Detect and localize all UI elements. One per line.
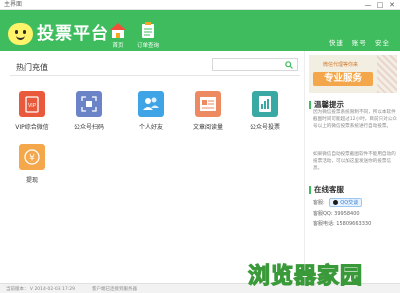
sidebar: 微信代理等你来 专业服务 温馨提示 因为微信投票系统限制不同，所以本软件截图时间… (304, 51, 400, 283)
banner-subtitle: 微信代理等你来 (323, 62, 359, 68)
service-row-chat: 客服: QQ交谈 (313, 198, 363, 207)
service-row-phone: 客服电话: 15809663330 (313, 221, 372, 227)
svg-text:¥: ¥ (29, 154, 35, 164)
search-input[interactable] (212, 58, 298, 71)
tile-label: 个人好友 (138, 124, 163, 131)
qq-penguin-icon (333, 200, 339, 205)
tile-friends[interactable]: 个人好友 (127, 91, 175, 131)
header-links: 快速 账号 安全 (324, 37, 390, 47)
link-quick[interactable]: 快速 (329, 39, 344, 47)
tile-label: 提现 (25, 177, 38, 184)
section-divider (10, 75, 300, 76)
nav-home-label: 首页 (112, 43, 124, 49)
vote-chart-icon (252, 91, 278, 117)
scan-icon (76, 91, 102, 117)
banner-title: 专业服务 (313, 72, 373, 86)
tile-label: 文章阅读量 (192, 124, 223, 131)
yuan-icon: ¥ (19, 144, 45, 170)
watermark-text: 浏览器家园 (247, 263, 364, 289)
svg-text:VIP: VIP (28, 103, 37, 109)
android-logo-icon (8, 23, 33, 45)
promo-banner[interactable]: 微信代理等你来 专业服务 (309, 55, 397, 93)
search-icon[interactable] (285, 61, 293, 69)
status-connection: 客户端已连接到服务器 (92, 287, 137, 292)
service-title: 在线客服 (309, 184, 344, 195)
service-qq-number: 39958400 (334, 211, 360, 217)
tile-article[interactable]: 文章阅读量 (184, 91, 232, 131)
window-titlebar: 主界面 — □ ✕ (0, 0, 400, 10)
minimize-button[interactable]: — (362, 0, 374, 10)
clipboard-icon (142, 22, 154, 38)
service-phone-number: 15809663330 (336, 221, 372, 227)
tile-label: 公众号投票 (249, 124, 280, 131)
window-title: 主界面 (4, 1, 23, 8)
tile-scan[interactable]: 公众号扫码 (65, 91, 113, 131)
maximize-button[interactable]: □ (374, 0, 386, 10)
status-version: 当前版本： V 2014-02-03 17:29 (6, 287, 75, 292)
app-header: 投票平台 首页 订单查询 快速 账号 安全 (0, 10, 400, 51)
nav-orders-label: 订单查询 (136, 43, 159, 49)
people-icon (138, 91, 164, 117)
link-account[interactable]: 账号 (352, 39, 367, 47)
notice-text-2: 如果微信自动投票截图软件不能用自动的投票活动，可以加这里发送你的投票信息。 (313, 152, 396, 171)
qq-chat-button[interactable]: QQ交谈 (329, 198, 363, 207)
service-row-qq: 客服QQ: 39958400 (313, 211, 360, 217)
home-icon (110, 23, 126, 38)
tile-vote[interactable]: 公众号投票 (241, 91, 289, 131)
article-icon (195, 91, 221, 117)
link-security[interactable]: 安全 (375, 39, 390, 47)
banner-decoration (377, 55, 397, 93)
tile-label: VIP综合微信 (15, 124, 49, 131)
tile-label: 公众号扫码 (73, 124, 104, 131)
close-button[interactable]: ✕ (386, 0, 398, 10)
main-panel: 热门充值 VIP VIP综合微信 公众号扫码 个人好友 文章阅读量 公众号投票 … (0, 51, 304, 283)
notice-text-1: 因为微信投票系统限制不同，所以本软件截图时间可能超过12小时，目前只对公众号以上… (313, 110, 397, 129)
tile-withdraw[interactable]: ¥ 提现 (8, 144, 56, 184)
tile-vip[interactable]: VIP VIP综合微信 (8, 91, 56, 131)
section-title: 热门充值 (16, 63, 48, 72)
vip-card-icon: VIP (19, 91, 45, 117)
app-brand: 投票平台 (37, 24, 109, 44)
